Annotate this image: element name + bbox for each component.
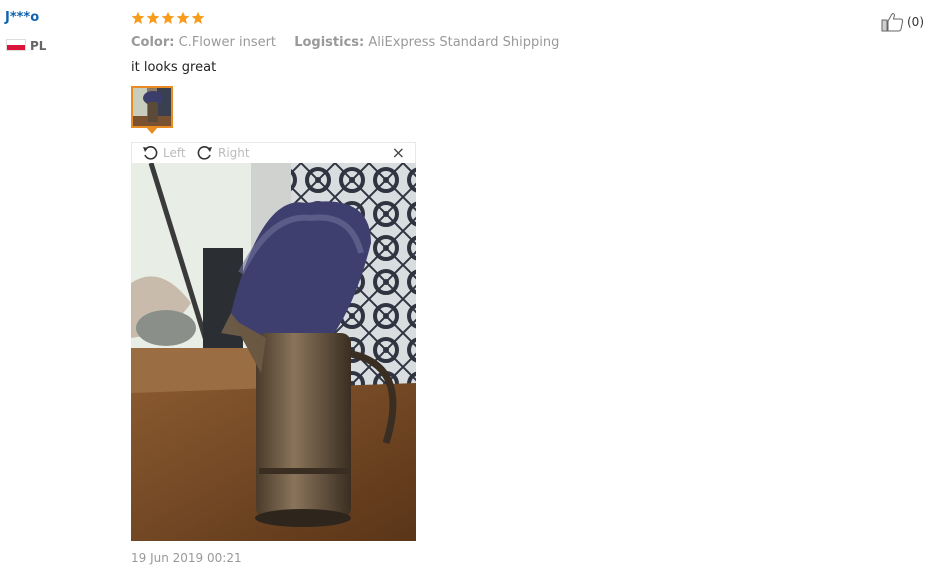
order-attributes: Color: C.Flower insert Logistics: AliExp…: [131, 35, 559, 50]
color-label: Color:: [131, 35, 175, 50]
logistics-value: AliExpress Standard Shipping: [368, 35, 560, 50]
logistics-label: Logistics:: [294, 35, 365, 50]
review-text: it looks great: [131, 60, 217, 75]
rotate-left-button[interactable]: Left: [142, 145, 186, 161]
review-date: 19 Jun 2019 00:21: [131, 551, 242, 565]
thumbs-up-icon: [881, 13, 904, 32]
star-icon: [131, 11, 145, 24]
review-photo-thumbnail[interactable]: [131, 86, 173, 128]
reviewer-country: PL: [30, 39, 47, 53]
rotate-right-label: Right: [218, 146, 250, 160]
review-photo-large: [131, 163, 416, 541]
helpful-count: (0): [907, 15, 924, 29]
star-icon: [161, 11, 175, 24]
rotate-right-icon: [197, 146, 212, 160]
rotate-left-icon: [143, 146, 158, 160]
lavender-vase-thumbnail-image: [133, 88, 171, 126]
color-value: C.Flower insert: [178, 35, 277, 50]
rotate-right-button[interactable]: Right: [197, 145, 250, 161]
rotate-left-label: Left: [163, 146, 186, 160]
star-rating: [131, 11, 205, 25]
lavender-vase-photo: [131, 163, 416, 541]
thumbnail-pointer: [146, 127, 158, 134]
star-icon: [191, 11, 205, 24]
photo-viewer-toolbar: Left Right ×: [131, 142, 416, 163]
poland-flag-icon: [6, 39, 26, 51]
star-icon: [176, 11, 190, 24]
close-viewer-button[interactable]: ×: [392, 143, 405, 162]
reviewer-name[interactable]: J***o: [5, 10, 39, 25]
star-icon: [146, 11, 160, 24]
helpful-button[interactable]: (0): [881, 12, 924, 32]
